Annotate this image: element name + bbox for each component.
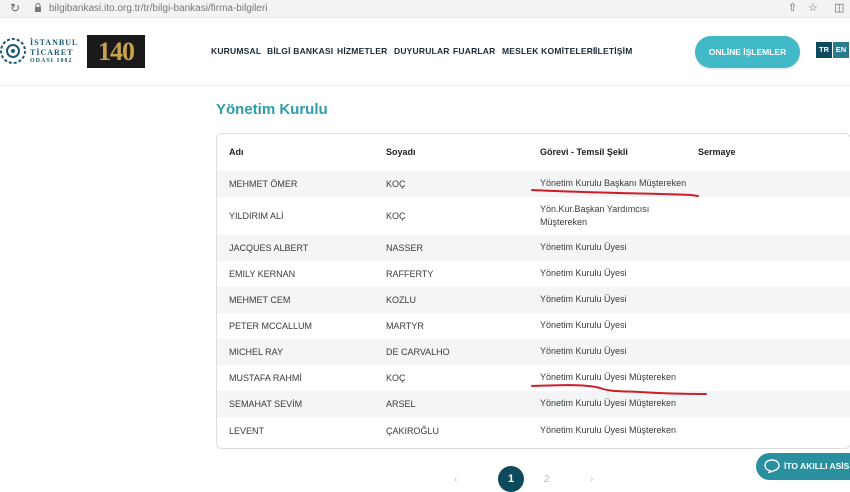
- cell-position: Yönetim Kurulu Üyesi: [540, 320, 627, 330]
- ito-logo[interactable]: İSTANBUL TİCARET ODASI 1882: [0, 37, 79, 67]
- cell-last-name: RAFFERTY: [386, 269, 434, 279]
- cell-last-name: KOÇ: [386, 211, 406, 221]
- table-row: JACQUES ALBERT NASSER Yönetim Kurulu Üye…: [217, 235, 850, 261]
- browser-address-bar: ↻ bilgibankasi.ito.org.tr/tr/bilgi-banka…: [0, 0, 850, 18]
- column-header-position: Görevi - Temsil Şekli: [540, 147, 628, 157]
- column-header-capital: Sermaye: [698, 147, 736, 157]
- cell-first-name: SEMAHAT SEVİM: [229, 399, 303, 409]
- assistant-button[interactable]: İTO AKILLI ASİS: [756, 453, 850, 480]
- table-row: MUSTAFA RAHMİ KOÇ Yönetim Kurulu Üyesi M…: [217, 365, 850, 391]
- cell-first-name: MUSTAFA RAHMİ: [229, 373, 302, 383]
- cell-first-name: JACQUES ALBERT: [229, 243, 309, 253]
- nav-item-fuarlar[interactable]: FUARLAR: [453, 46, 495, 56]
- table-row: PETER MCCALLUM MARTYR Yönetim Kurulu Üye…: [217, 313, 850, 339]
- table-row: MICHEL RAY DE CARVALHO Yönetim Kurulu Üy…: [217, 339, 850, 365]
- cell-last-name: KOÇ: [386, 373, 406, 383]
- cell-last-name: MARTYR: [386, 321, 424, 331]
- reload-icon[interactable]: ↻: [10, 0, 20, 17]
- cell-last-name: ARSEL: [386, 399, 416, 409]
- cell-position: Yönetim Kurulu Üyesi Müştereken: [540, 372, 677, 382]
- table-row: MEHMET CEM KOZLU Yönetim Kurulu Üyesi: [217, 287, 850, 313]
- cell-position: Yönetim Kurulu Üyesi Müştereken: [540, 398, 677, 408]
- column-header-last-name: Soyadı: [386, 147, 416, 157]
- cell-position: Yönetim Kurulu Üyesi: [540, 294, 627, 304]
- nav-item-duyurular[interactable]: DUYURULAR: [394, 46, 450, 56]
- cell-position: Yönetim Kurulu Üyesi: [540, 242, 627, 252]
- cell-position: Yön.Kur.Başkan Yardımcısı: [540, 204, 650, 214]
- logo-line-1: İSTANBUL: [30, 38, 79, 47]
- language-tr-button[interactable]: TR: [816, 42, 832, 58]
- language-en-button[interactable]: EN: [833, 42, 849, 58]
- cell-first-name: LEVENT: [229, 426, 265, 436]
- board-members-table: Adı Soyadı Görevi - Temsil Şekli Sermaye…: [216, 133, 850, 449]
- nav-item-kurumsal[interactable]: KURUMSAL: [211, 46, 261, 56]
- share-icon[interactable]: ⇧: [788, 1, 797, 16]
- cell-first-name: MICHEL RAY: [229, 347, 284, 357]
- url-text[interactable]: bilgibankasi.ito.org.tr/tr/bilgi-bankasi…: [49, 2, 267, 15]
- cell-first-name: YILDIRIM ALİ: [229, 211, 284, 221]
- table-row: MEHMET ÖMER KOÇ Yönetim Kurulu Başkanı M…: [217, 171, 850, 197]
- cell-first-name: MEHMET ÖMER: [229, 179, 298, 189]
- lock-icon: [35, 3, 41, 12]
- chat-bubble-icon: [764, 459, 780, 473]
- online-islemler-button[interactable]: ONLİNE İŞLEMLER: [695, 36, 800, 68]
- header-divider: [0, 85, 850, 86]
- assistant-label: İTO AKILLI ASİS: [784, 461, 850, 471]
- logo-line-2: TİCARET: [30, 48, 74, 57]
- cell-last-name: DE CARVALHO: [386, 347, 450, 357]
- cell-position: Yönetim Kurulu Üyesi: [540, 268, 627, 278]
- table-header: Adı Soyadı Görevi - Temsil Şekli Sermaye: [217, 134, 850, 171]
- table-row: EMILY KERNAN RAFFERTY Yönetim Kurulu Üye…: [217, 261, 850, 287]
- cell-last-name: KOÇ: [386, 179, 406, 189]
- column-header-first-name: Adı: [229, 147, 244, 157]
- cell-first-name: MEHMET CEM: [229, 295, 291, 305]
- cell-last-name: NASSER: [386, 243, 424, 253]
- cell-position: Yönetim Kurulu Üyesi: [540, 346, 627, 356]
- ito-seal-icon: [0, 38, 26, 64]
- table-row: LEVENT ÇAKIROĞLU Yönetim Kurulu Üyesi Mü…: [217, 417, 850, 448]
- cell-first-name: EMILY KERNAN: [229, 269, 296, 279]
- anniversary-logo[interactable]: 140: [87, 35, 145, 68]
- nav-item-bilgi-bankasi[interactable]: BİLGİ BANKASI: [267, 46, 333, 56]
- cell-position: Yönetim Kurulu Başkanı Müştereken: [540, 178, 687, 188]
- cell-last-name: KOZLU: [386, 295, 417, 305]
- star-icon[interactable]: ☆: [808, 1, 818, 16]
- logo-line-3: ODASI 1882: [30, 58, 73, 64]
- cell-last-name: ÇAKIROĞLU: [386, 426, 440, 436]
- table-row: SEMAHAT SEVİM ARSEL Yönetim Kurulu Üyesi…: [217, 391, 850, 417]
- table-row: YILDIRIM ALİ KOÇ Yön.Kur.Başkan Yardımcı…: [217, 197, 850, 235]
- nav-item-hizmetler[interactable]: HİZMETLER: [337, 46, 387, 56]
- cell-first-name: PETER MCCALLUM: [229, 321, 313, 331]
- cell-position-line2: Müştereken: [540, 217, 588, 227]
- pagination: ‹ 1 2 ›: [440, 466, 620, 492]
- sidebar-icon[interactable]: ◫: [834, 1, 844, 16]
- nav-item-iletisim[interactable]: İLETİŞİM: [595, 46, 633, 56]
- nav-item-meslek-komiteleri[interactable]: MESLEK KOMİTELERİ: [502, 46, 596, 56]
- section-title: Yönetim Kurulu: [216, 101, 328, 118]
- pagination-page-current[interactable]: 1: [498, 466, 524, 492]
- cell-position: Yönetim Kurulu Üyesi Müştereken: [540, 425, 677, 435]
